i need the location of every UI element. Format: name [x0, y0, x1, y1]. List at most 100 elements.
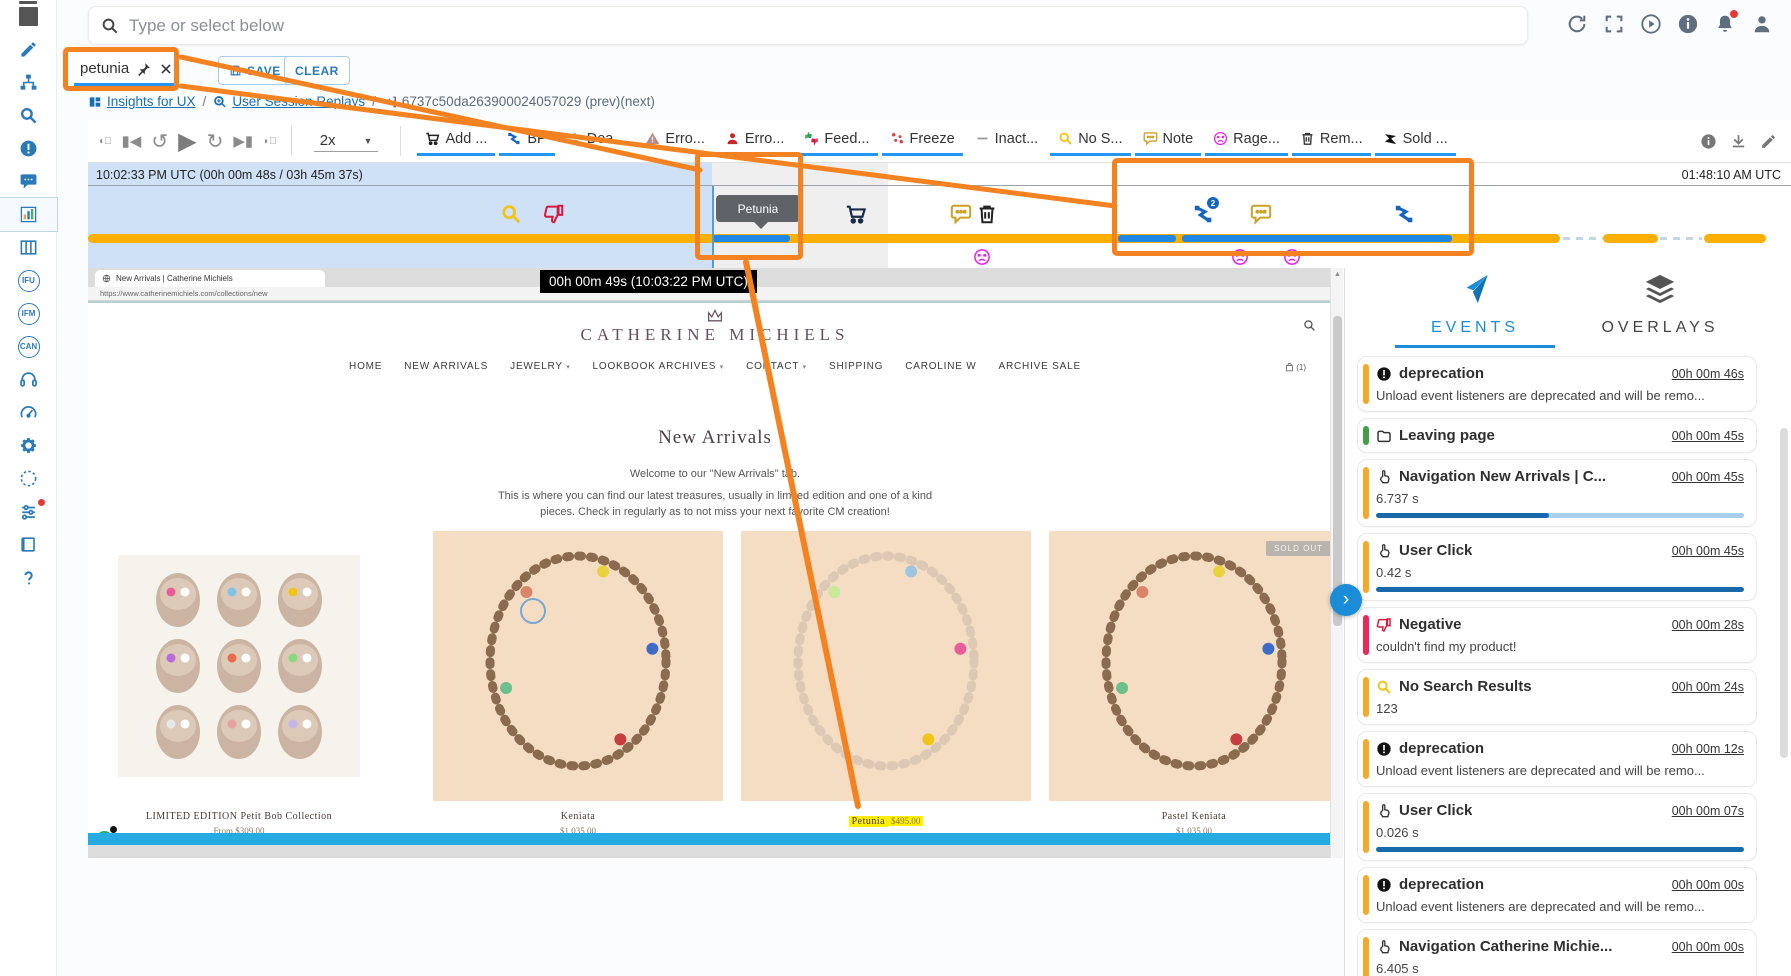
site-nav-new-arrivals[interactable]: NEW ARRIVALS	[404, 361, 488, 372]
info-icon[interactable]	[1677, 13, 1699, 35]
download-icon[interactable]	[1730, 133, 1747, 150]
clear-button[interactable]: CLEAR	[284, 56, 350, 85]
event-card-navigation-catherine-michie---[interactable]: Navigation Catherine Michie...00h 00m 00…	[1357, 929, 1757, 976]
event-card-deprecation[interactable]: deprecation00h 00m 46sUnload event liste…	[1357, 356, 1757, 412]
account-icon[interactable]	[1751, 13, 1773, 35]
prev-note-button[interactable]: ◖⃝	[98, 136, 112, 147]
sidebar-search-icon[interactable]	[0, 99, 57, 132]
panel-expander-button[interactable]: ›	[1330, 584, 1362, 616]
timeline[interactable]: 10:02:33 PM UTC (00h 00m 48s / 03h 45m 3…	[88, 163, 1791, 268]
skip-back-button[interactable]: ▮◀	[122, 132, 142, 150]
event-time-link[interactable]: 00h 00m 12s	[1672, 742, 1744, 756]
sidebar-pencil-icon[interactable]	[0, 33, 57, 66]
refresh-icon[interactable]	[1566, 13, 1588, 35]
sidebar-book-icon[interactable]	[0, 528, 57, 561]
event-card-leaving-page[interactable]: Leaving page00h 00m 45s	[1357, 418, 1757, 453]
sidebar-columns-icon[interactable]	[0, 231, 57, 264]
play-button[interactable]: ▶	[178, 127, 196, 156]
forward-button[interactable]: ↻	[207, 129, 224, 154]
save-button[interactable]: SAVE	[218, 56, 292, 85]
timeline-filtered-range[interactable]	[712, 235, 790, 242]
site-nav-caroline-w[interactable]: CAROLINE W	[905, 361, 976, 372]
close-icon[interactable]	[159, 62, 173, 76]
notifications-icon[interactable]	[1714, 13, 1736, 35]
event-time-link[interactable]: 00h 00m 45s	[1672, 429, 1744, 443]
site-nav-archive-sale[interactable]: ARCHIVE SALE	[999, 361, 1081, 372]
site-search-icon[interactable]	[1303, 319, 1316, 332]
product-image-2[interactable]	[433, 531, 723, 801]
sidebar-chat-icon[interactable]	[0, 165, 57, 198]
site-nav-jewelry[interactable]: JEWELRY ▾	[510, 361, 570, 372]
sidebar-sitemap-icon[interactable]	[0, 66, 57, 99]
product-caption[interactable]: Petunia$495.00	[741, 811, 1031, 829]
info-icon[interactable]	[1700, 133, 1717, 150]
event-time-link[interactable]: 00h 00m 46s	[1672, 367, 1744, 381]
event-card-no-search-results[interactable]: No Search Results00h 00m 24s123	[1357, 669, 1757, 725]
event-card-user-click[interactable]: User Click00h 00m 07s0.026 s	[1357, 793, 1757, 861]
timeline-filtered-range[interactable]	[1118, 235, 1176, 242]
filter-inact[interactable]: Inact...	[967, 127, 1047, 156]
next-note-button[interactable]: ◗⃝	[263, 136, 277, 147]
sidebar-dashed-circle-icon[interactable]	[0, 462, 57, 495]
sidebar-gear-icon[interactable]	[0, 429, 57, 462]
site-nav-shipping[interactable]: SHIPPING	[829, 361, 883, 372]
event-card-user-click[interactable]: User Click00h 00m 45s0.42 s	[1357, 533, 1757, 601]
timeline-marker-note-icon[interactable]	[1250, 203, 1272, 225]
filter-bp[interactable]: BP	[499, 127, 554, 156]
filter-erro[interactable]: Erro...	[717, 127, 792, 156]
timeline-marker-bp-icon[interactable]: 2	[1193, 203, 1215, 225]
sidebar-hamburger-icon[interactable]	[0, 0, 57, 33]
filter-chip-petunia[interactable]: petunia	[74, 54, 179, 86]
event-time-link[interactable]: 00h 00m 45s	[1672, 470, 1744, 484]
play-circle-icon[interactable]	[1640, 13, 1662, 35]
sidebar-gauge-icon[interactable]	[0, 396, 57, 429]
global-search[interactable]	[88, 6, 1528, 45]
playback-speed-select[interactable]: 2x ▼	[314, 130, 379, 152]
event-time-link[interactable]: 00h 00m 45s	[1672, 544, 1744, 558]
filter-nos[interactable]: No S...	[1050, 127, 1130, 156]
skip-forward-button[interactable]: ▶▮	[233, 132, 253, 150]
sidebar-question-icon[interactable]	[0, 561, 57, 594]
event-card-navigation-new-arrivals---c---[interactable]: Navigation New Arrivals | C...00h 00m 45…	[1357, 459, 1757, 527]
filter-note[interactable]: Note	[1135, 127, 1202, 156]
tab-overlays[interactable]: OVERLAYS	[1580, 272, 1740, 337]
fullscreen-icon[interactable]	[1603, 13, 1625, 35]
filter-rage[interactable]: Rage...	[1205, 127, 1288, 156]
event-time-link[interactable]: 00h 00m 07s	[1672, 804, 1744, 818]
edit-icon[interactable]	[1760, 133, 1777, 150]
event-time-link[interactable]: 00h 00m 00s	[1672, 940, 1744, 954]
playhead[interactable]	[712, 186, 714, 268]
event-card-negative[interactable]: Negative00h 00m 28scouldn't find my prod…	[1357, 607, 1757, 663]
filter-erro[interactable]: Erro...	[637, 127, 712, 156]
filter-rem[interactable]: Rem...	[1292, 127, 1371, 156]
sidebar-sliders-icon[interactable]	[0, 495, 57, 528]
timeline-rage-face-icon[interactable]	[1231, 248, 1249, 266]
sidebar-ifm-badge[interactable]: IFM	[0, 297, 57, 330]
event-card-deprecation[interactable]: deprecation00h 00m 00sUnload event liste…	[1357, 867, 1757, 923]
filter-sold[interactable]: Sold ...	[1375, 127, 1456, 156]
product-image-1[interactable]	[118, 555, 360, 777]
product-image-3[interactable]	[741, 531, 1031, 801]
sidebar-headset-icon[interactable]	[0, 363, 57, 396]
panel-scrollbar[interactable]	[1780, 428, 1788, 758]
timeline-marker-trash-icon[interactable]	[976, 203, 998, 225]
timeline-rage-face-icon[interactable]	[1283, 248, 1301, 266]
timeline-filtered-range[interactable]	[1182, 235, 1452, 242]
sidebar-alert-icon[interactable]	[0, 132, 57, 165]
timeline-segment[interactable]	[1704, 234, 1766, 243]
filter-dea[interactable]: Dea...	[559, 127, 634, 156]
sidebar-ifu-badge[interactable]: IFU	[0, 264, 57, 297]
event-time-link[interactable]: 00h 00m 28s	[1672, 618, 1744, 632]
replay-scrollbar[interactable]: ▲	[1330, 268, 1343, 858]
product-image-4[interactable]: SOLD OUT	[1049, 531, 1339, 801]
breadcrumb-insights-link[interactable]: Insights for UX	[88, 94, 196, 109]
site-nav-lookbook-archives[interactable]: LOOKBOOK ARCHIVES ▾	[593, 361, 725, 372]
timeline-rage-face-icon[interactable]	[973, 248, 991, 266]
timeline-segment[interactable]	[1603, 234, 1658, 243]
site-logo[interactable]: CATHERINE MICHIELS	[88, 325, 1342, 345]
filter-add[interactable]: Add ...	[417, 127, 495, 156]
timeline-marker-cart-icon[interactable]	[845, 203, 867, 225]
timeline-marker-thumbdown-icon[interactable]	[543, 203, 565, 225]
sidebar-chart-icon[interactable]	[0, 198, 57, 231]
sidebar-can-badge[interactable]: CAN	[0, 330, 57, 363]
